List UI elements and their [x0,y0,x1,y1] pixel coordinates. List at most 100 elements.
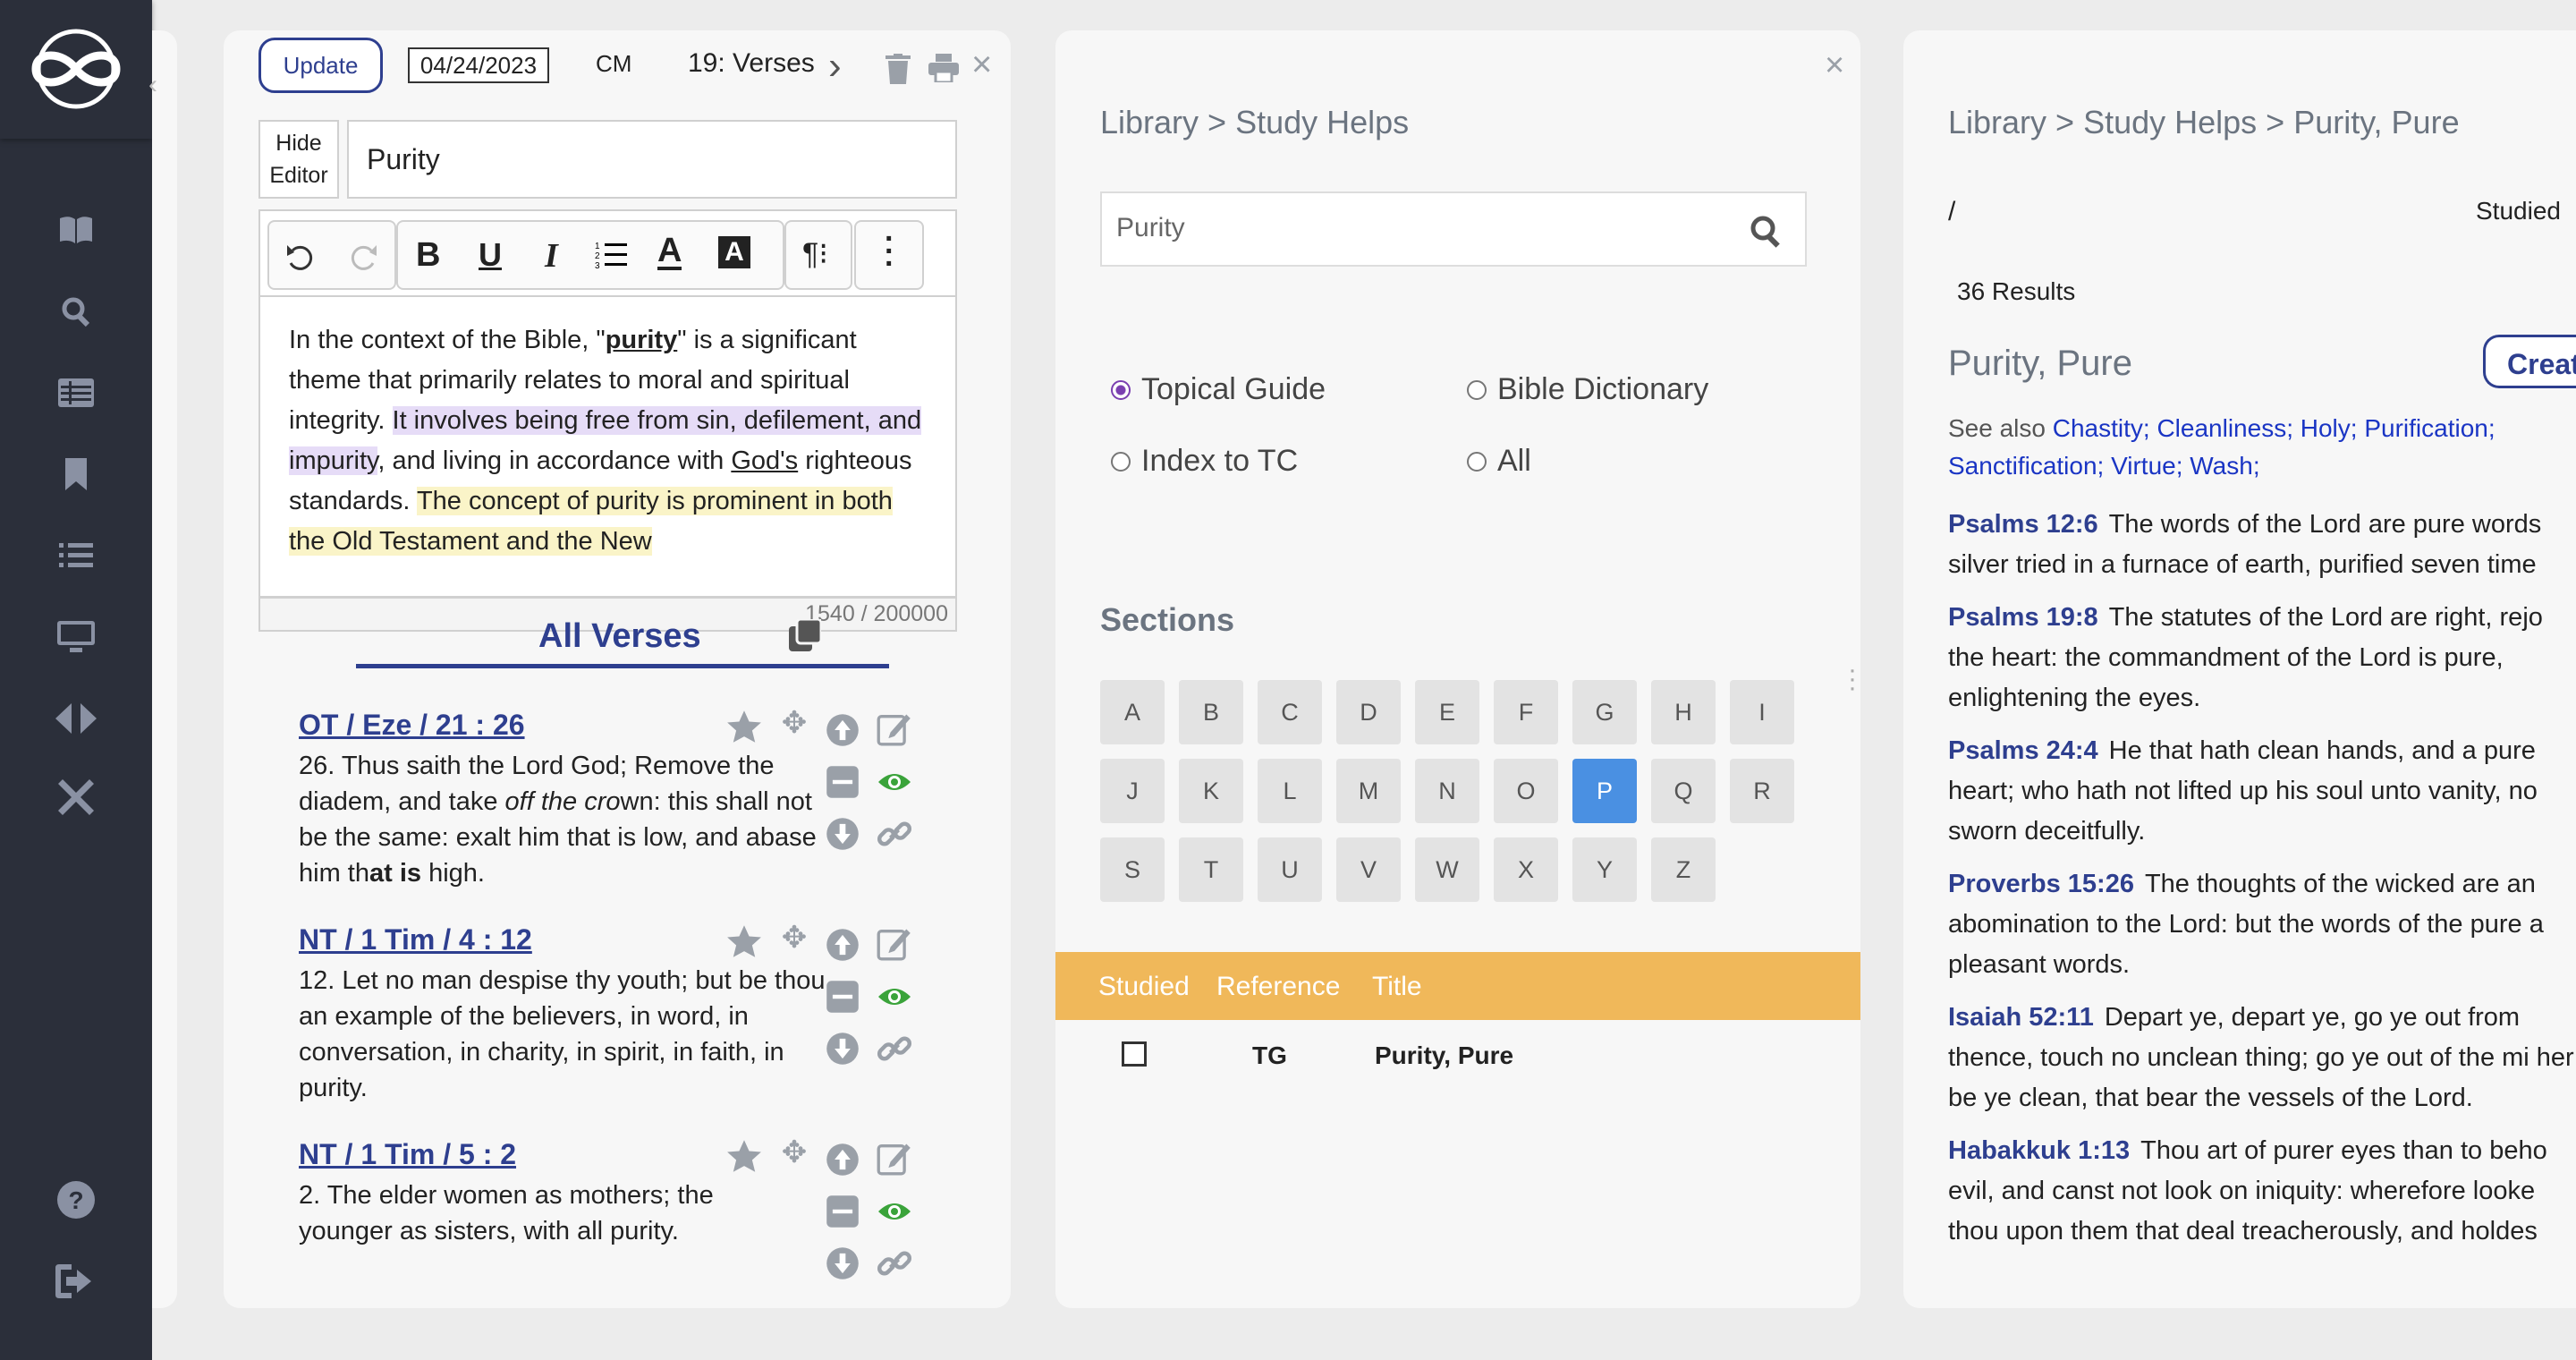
entry-reference[interactable]: Psalms 24:4 [1948,736,2098,765]
letter-button-h[interactable]: H [1651,680,1716,744]
letter-button-g[interactable]: G [1572,680,1637,744]
text-color-icon[interactable]: A [657,234,682,270]
header-reference[interactable]: Reference [1216,972,1340,1002]
search-icon[interactable] [1750,215,1784,249]
move-icon[interactable]: ✥ [776,709,812,741]
redo-icon[interactable] [348,243,378,270]
move-icon[interactable]: ✥ [776,1135,812,1170]
chevron-right-icon[interactable]: › [828,47,842,86]
letter-button-k[interactable]: K [1179,759,1243,823]
verse-reference[interactable]: OT / Eze / 21 : 26 [299,709,525,742]
bookmark-icon[interactable] [49,452,103,497]
highlight-color-icon[interactable]: A [718,236,750,268]
verse-count-label[interactable]: 19: Verses [688,48,815,79]
list-icon[interactable] [49,533,103,578]
trash-icon[interactable] [886,54,911,84]
letter-button-y[interactable]: Y [1572,837,1637,902]
library-breadcrumb[interactable]: Library > Study Helps [1100,104,1409,141]
underline-icon[interactable]: U [479,236,502,274]
arrow-up-circle-icon[interactable] [825,927,860,963]
star-icon[interactable] [726,1138,762,1174]
table-row[interactable]: TG Purity, Pure [1055,1020,1860,1092]
eye-icon[interactable] [877,764,912,800]
header-studied[interactable]: Studied [1098,972,1190,1002]
letter-button-x[interactable]: X [1494,837,1558,902]
move-icon[interactable]: ✥ [776,920,812,956]
book-icon[interactable] [49,208,103,252]
verse-reference[interactable]: NT / 1 Tim / 4 : 12 [299,923,532,956]
arrow-up-circle-icon[interactable] [825,1142,860,1177]
star-icon[interactable] [726,923,762,959]
detail-breadcrumb[interactable]: Library > Study Helps > Purity, Pure [1948,104,2460,141]
close-library-icon[interactable]: × [1825,47,1844,85]
italic-icon[interactable]: I [545,236,558,276]
letter-button-l[interactable]: L [1258,759,1322,823]
letter-button-q[interactable]: Q [1651,759,1716,823]
list-view-icon[interactable] [49,370,103,415]
entry-reference[interactable]: Psalms 19:8 [1948,603,2098,632]
letter-button-o[interactable]: O [1494,759,1558,823]
edit-icon[interactable] [877,1140,912,1176]
letter-button-z[interactable]: Z [1651,837,1716,902]
all-verses-tab[interactable]: All Verses [538,617,701,656]
option-index-to-tc[interactable]: Index to TC [1111,444,1298,479]
logout-icon[interactable] [49,1259,103,1304]
copy-icon[interactable] [789,619,821,651]
letter-button-r[interactable]: R [1730,759,1794,823]
minus-square-icon[interactable] [825,1194,860,1229]
edit-icon[interactable] [877,710,912,746]
letter-button-s[interactable]: S [1100,837,1165,902]
arrow-down-circle-icon[interactable] [825,1031,860,1067]
letter-button-u[interactable]: U [1258,837,1322,902]
studied-checkbox[interactable] [1122,1041,1147,1067]
date-input[interactable]: 04/24/2023 [408,47,549,83]
close-x-icon[interactable] [49,775,103,820]
create-button[interactable]: Creat [2483,335,2576,388]
arrow-up-circle-icon[interactable] [825,712,860,748]
letter-button-n[interactable]: N [1415,759,1479,823]
undo-icon[interactable] [285,243,316,270]
entry-reference[interactable]: Habakkuk 1:13 [1948,1136,2130,1165]
letter-button-w[interactable]: W [1415,837,1479,902]
help-icon[interactable]: ? [49,1177,103,1222]
minus-square-icon[interactable] [825,979,860,1015]
link-icon[interactable] [877,816,912,852]
search-icon[interactable] [49,289,103,334]
letter-button-c[interactable]: C [1258,680,1322,744]
desktop-icon[interactable] [49,615,103,659]
entry-reference[interactable]: Psalms 12:6 [1948,510,2098,539]
option-bible-dictionary[interactable]: Bible Dictionary [1467,372,1708,407]
edit-icon[interactable] [877,925,912,961]
minus-square-icon[interactable] [825,764,860,800]
letter-button-m[interactable]: M [1336,759,1401,823]
verse-reference[interactable]: NT / 1 Tim / 5 : 2 [299,1138,516,1171]
library-search-input[interactable]: Purity [1116,213,1185,243]
arrow-down-circle-icon[interactable] [825,1245,860,1281]
entry-reference[interactable]: Proverbs 15:26 [1948,870,2134,898]
letter-button-e[interactable]: E [1415,680,1479,744]
eye-icon[interactable] [877,979,912,1015]
bold-icon[interactable]: B [416,236,440,275]
eye-icon[interactable] [877,1194,912,1229]
option-topical-guide[interactable]: Topical Guide [1111,372,1326,407]
row-title[interactable]: Purity, Pure [1375,1041,1513,1070]
link-icon[interactable] [877,1031,912,1067]
letter-button-j[interactable]: J [1100,759,1165,823]
header-title[interactable]: Title [1372,972,1422,1002]
more-vertical-icon[interactable]: · · · [885,224,894,279]
letter-button-a[interactable]: A [1100,680,1165,744]
ordered-list-icon[interactable]: 123 [595,240,627,270]
update-button[interactable]: Update [258,38,383,93]
title-input[interactable]: Purity [347,120,957,199]
letter-button-p[interactable]: P [1572,759,1637,823]
letter-button-i[interactable]: I [1730,680,1794,744]
link-icon[interactable] [877,1245,912,1281]
split-arrows-icon[interactable] [49,696,103,741]
entry-reference[interactable]: Isaiah 52:11 [1948,1003,2094,1032]
hide-editor-button[interactable]: Hide Editor [258,120,339,199]
letter-button-t[interactable]: T [1179,837,1243,902]
letter-button-b[interactable]: B [1179,680,1243,744]
letter-button-v[interactable]: V [1336,837,1401,902]
paragraph-icon[interactable]: ¶⁝ [802,236,828,272]
editor-content[interactable]: In the context of the Bible, "purity" is… [258,295,957,598]
